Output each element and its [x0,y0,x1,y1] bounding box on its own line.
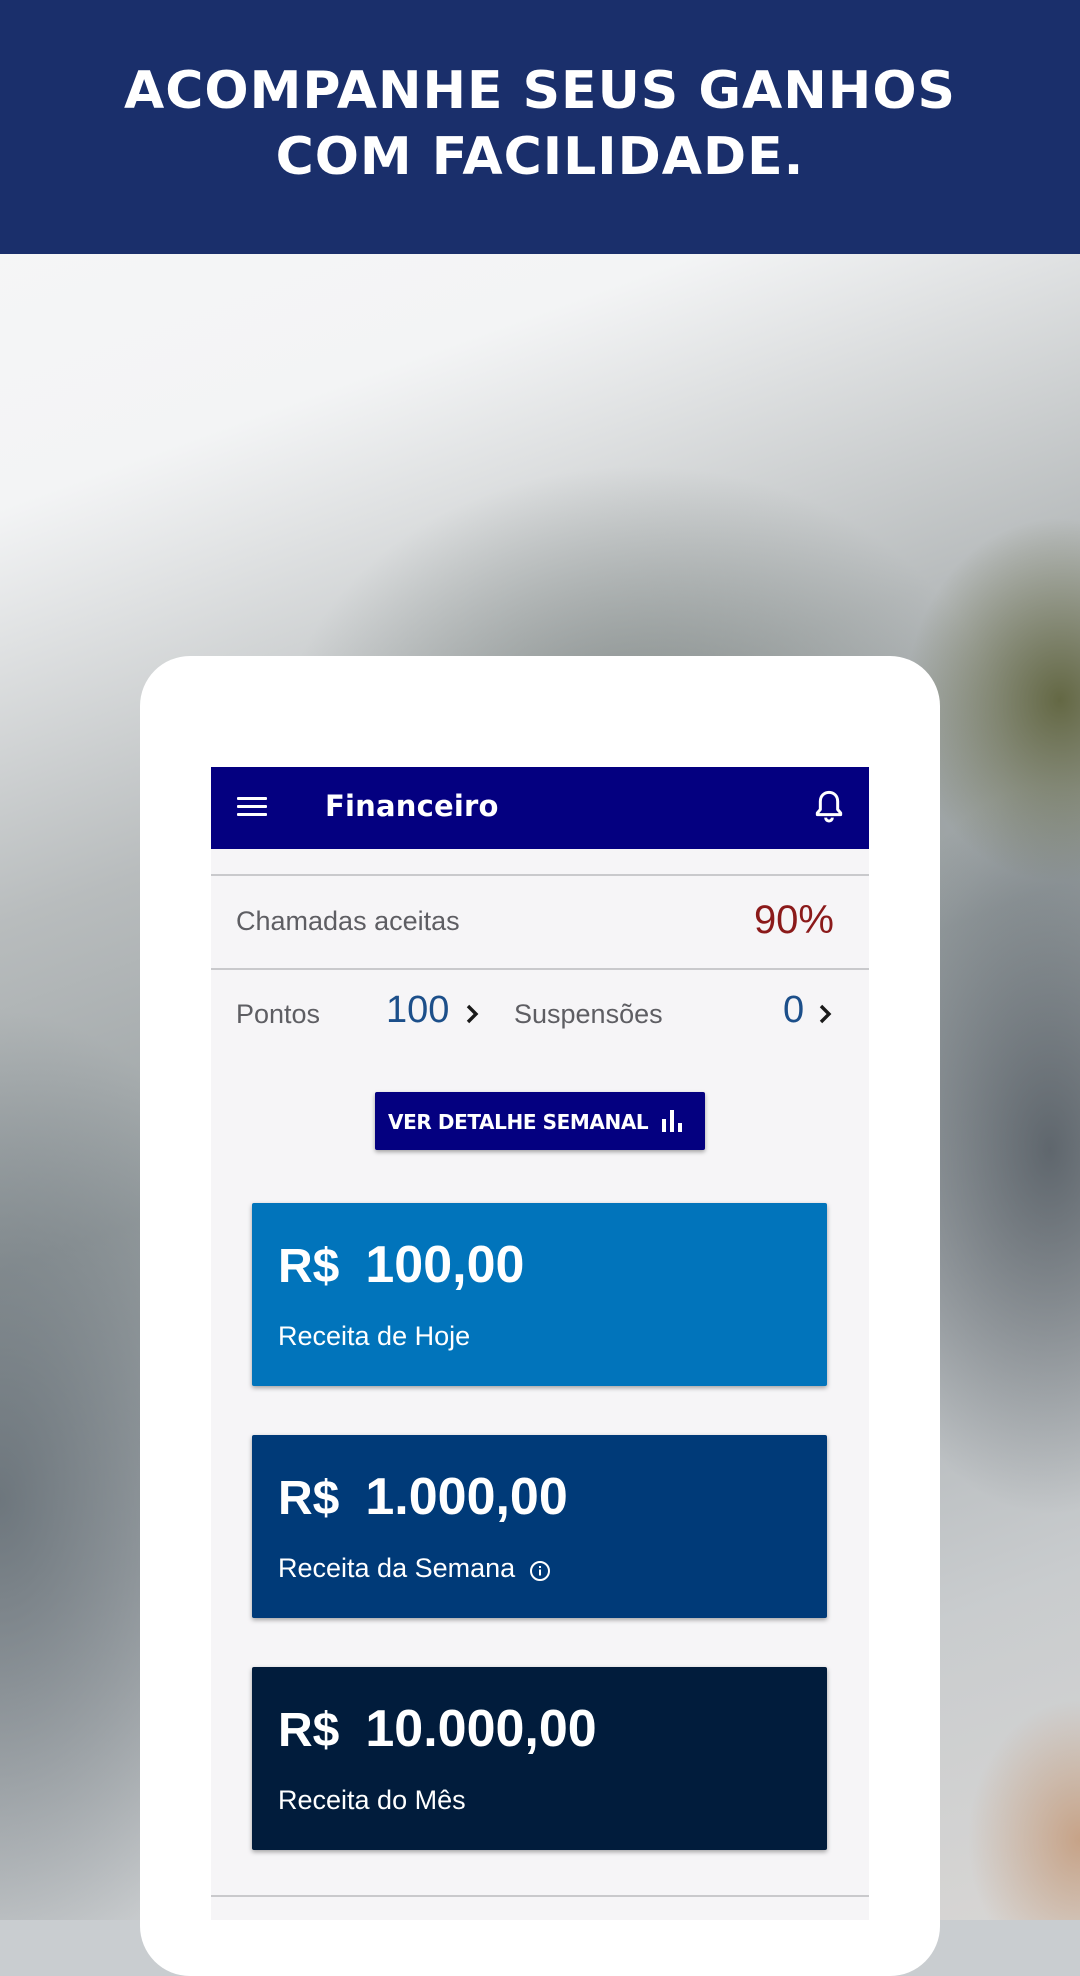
card-label-text: Receita do Mês [278,1785,466,1815]
stats-row: Pontos 100 Suspensões 0 [211,967,869,1067]
revenue-amount: R$ 100,00 [278,1235,524,1295]
revenue-label: Receita da Semana [278,1553,551,1584]
points-chevron-right-icon[interactable] [461,999,483,1029]
info-icon[interactable] [529,1558,551,1581]
amount-value: 1.000,00 [365,1468,568,1526]
app-screen: Financeiro Chamadas aceitas 90% Pontos 1… [211,767,869,1920]
week-revenue-card[interactable]: R$ 1.000,00 Receita da Semana [252,1435,827,1618]
app-bar: Financeiro [211,767,869,849]
amount-value: 10.000,00 [365,1700,597,1758]
currency-symbol: R$ [278,1240,340,1293]
weekly-detail-button[interactable]: VER DETALHE SEMANAL [375,1092,705,1150]
acceptance-value: 90% [753,898,834,942]
bar-chart-icon [659,1108,685,1134]
points-label: Pontos [236,999,321,1029]
amount-value: 100,00 [365,1236,525,1294]
weekly-detail-label: VER DETALHE SEMANAL [388,1110,649,1134]
acceptance-label: Chamadas aceitas [236,906,460,936]
today-revenue-card[interactable]: R$ 100,00 Receita de Hoje [252,1203,827,1386]
banner-title: ACOMPANHE SEUS GANHOS COM FACILIDADE. [124,61,956,187]
currency-symbol: R$ [278,1704,340,1757]
suspensions-chevron-right-icon[interactable] [814,999,836,1029]
month-revenue-card[interactable]: R$ 10.000,00 Receita do Mês [252,1667,827,1850]
revenue-label: Receita do Mês [278,1785,466,1816]
promo-banner: ACOMPANHE SEUS GANHOS COM FACILIDADE. [0,0,1080,254]
acceptance-row: Chamadas aceitas 90% [211,874,869,970]
hamburger-menu-icon[interactable] [235,791,271,825]
revenue-amount: R$ 1.000,00 [278,1467,568,1527]
revenue-amount: R$ 10.000,00 [278,1699,597,1759]
revenue-label: Receita de Hoje [278,1321,470,1352]
card-label-text: Receita da Semana [278,1553,516,1583]
divider [211,1895,869,1897]
currency-symbol: R$ [278,1472,340,1525]
suspensions-value[interactable]: 0 [783,989,804,1032]
bell-icon[interactable] [809,787,849,827]
suspensions-label: Suspensões [514,999,663,1029]
points-value[interactable]: 100 [386,989,449,1032]
card-label-text: Receita de Hoje [278,1321,471,1351]
page-title: Financeiro [325,789,499,823]
